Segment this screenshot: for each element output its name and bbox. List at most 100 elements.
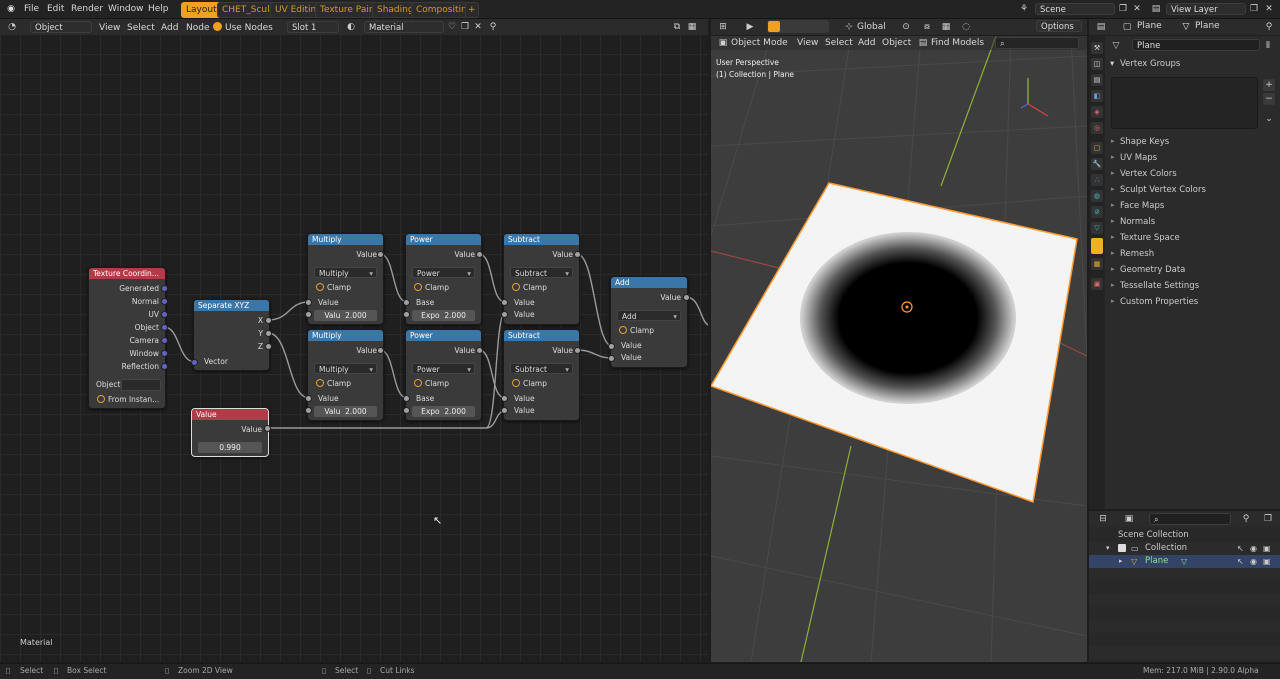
data-tab-icon[interactable]: ▽	[1091, 222, 1103, 234]
material-tab-icon[interactable]	[1091, 238, 1103, 254]
clamp-checkbox[interactable]: Clamp	[316, 379, 351, 388]
operation-dropdown[interactable]: Power	[412, 267, 475, 279]
scene-name-field[interactable]: Scene	[1035, 3, 1115, 15]
operation-dropdown[interactable]: Multiply	[314, 363, 377, 375]
pivot-icon[interactable]: ⊙	[900, 21, 912, 33]
socket-in[interactable]	[403, 395, 410, 402]
from-instancer-checkbox[interactable]: From Instan...	[97, 395, 159, 404]
select-new-icon[interactable]	[768, 21, 780, 32]
viewport-search-input[interactable]: ⌕	[995, 37, 1079, 49]
eye-icon[interactable]: ◉	[1250, 542, 1257, 555]
output-tab-icon[interactable]: ▤	[1091, 74, 1103, 86]
render-tab-icon[interactable]: ◫	[1091, 58, 1103, 70]
particles-tab-icon[interactable]: ∴	[1091, 174, 1103, 186]
socket-in[interactable]	[305, 299, 312, 306]
operation-dropdown[interactable]: Multiply	[314, 267, 377, 279]
snap-toggle-icon[interactable]: ⧇	[921, 21, 933, 33]
physics-tab-icon[interactable]: ◍	[1091, 190, 1103, 202]
constraints-tab-icon[interactable]: ⊘	[1091, 206, 1103, 218]
view-layer-tab-icon[interactable]: ◧	[1091, 90, 1103, 102]
node-subtract-2[interactable]: Subtract Value Subtract Clamp Value Valu…	[503, 329, 580, 421]
socket-in[interactable]	[403, 311, 410, 318]
value-field[interactable]: Valu 2.000	[314, 310, 377, 321]
options-dropdown[interactable]: Options	[1036, 20, 1082, 32]
socket-x[interactable]	[265, 317, 272, 324]
delete-view-layer-icon[interactable]: ✕	[1263, 3, 1275, 15]
find-models-icon[interactable]: ▤	[917, 37, 929, 49]
texture-tab-icon[interactable]: ▦	[1091, 258, 1103, 270]
clamp-checkbox[interactable]: Clamp	[316, 283, 351, 292]
panel-face-maps[interactable]: Face Maps	[1111, 201, 1164, 211]
socket-object[interactable]	[161, 324, 168, 331]
clamp-checkbox[interactable]: Clamp	[414, 379, 449, 388]
socket-in[interactable]	[305, 395, 312, 402]
proportional-edit-icon[interactable]: ◌	[960, 21, 972, 33]
panel-vertex-colors[interactable]: Vertex Colors	[1111, 169, 1177, 179]
socket-in[interactable]	[403, 407, 410, 414]
camera-icon[interactable]: ▣	[1263, 542, 1271, 555]
delete-scene-icon[interactable]: ✕	[1131, 3, 1143, 15]
socket-out[interactable]	[476, 347, 483, 354]
node-texture-coordinate[interactable]: Texture Coordin... Generated Normal UV O…	[88, 267, 166, 409]
socket-z[interactable]	[265, 343, 272, 350]
eye-icon[interactable]: ◉	[1250, 555, 1257, 568]
socket-uv[interactable]	[161, 311, 168, 318]
vp-menu-object[interactable]: Object	[882, 36, 911, 50]
vp-menu-select[interactable]: Select	[825, 36, 853, 50]
socket-out[interactable]	[574, 251, 581, 258]
render-region-icon[interactable]: ▶	[744, 21, 756, 33]
node-multiply-1[interactable]: Multiply Value Multiply Clamp Value Valu…	[307, 233, 384, 325]
camera-icon[interactable]: ▣	[1263, 555, 1271, 568]
socket-vector[interactable]	[191, 359, 198, 366]
outliner-search-input[interactable]: ⌕	[1149, 513, 1231, 525]
panel-shape-keys[interactable]: Shape Keys	[1111, 137, 1169, 147]
panel-normals[interactable]: Normals	[1111, 217, 1155, 227]
object-mode-dropdown[interactable]: Object Mode	[731, 36, 788, 50]
node-separate-xyz[interactable]: Separate XYZ X Y Z Vector	[193, 299, 270, 371]
clamp-checkbox[interactable]: Clamp	[414, 283, 449, 292]
value-field[interactable]: Valu 2.000	[314, 406, 377, 417]
new-collection-icon[interactable]: ❐	[1262, 513, 1274, 525]
exponent-field[interactable]: Expo 2.000	[412, 310, 475, 321]
operation-dropdown[interactable]: Add	[617, 310, 681, 322]
socket-out[interactable]	[683, 294, 690, 301]
socket-in[interactable]	[501, 407, 508, 414]
value-field[interactable]: 0.990	[198, 442, 262, 453]
socket-out[interactable]	[377, 251, 384, 258]
socket-in[interactable]	[501, 395, 508, 402]
panel-sculpt-vertex-colors[interactable]: Sculpt Vertex Colors	[1111, 185, 1206, 195]
socket-window[interactable]	[161, 350, 168, 357]
operation-dropdown[interactable]: Subtract	[510, 267, 573, 279]
panel-remesh[interactable]: Remesh	[1111, 249, 1154, 259]
socket-in[interactable]	[608, 355, 615, 362]
properties-editor-type-icon[interactable]: ▤	[1095, 21, 1107, 33]
panel-uv-maps[interactable]: UV Maps	[1111, 153, 1157, 163]
expand-toggle-icon[interactable]: ▾	[1106, 542, 1110, 555]
operation-dropdown[interactable]: Power	[412, 363, 475, 375]
node-value[interactable]: Value Value 0.990	[191, 408, 269, 457]
selectable-icon[interactable]: ↖	[1237, 542, 1244, 555]
mode-icon[interactable]: ▣	[717, 37, 729, 49]
socket-in[interactable]	[501, 311, 508, 318]
display-mode-icon[interactable]: ▣	[1123, 513, 1135, 525]
socket-in[interactable]	[501, 299, 508, 306]
socket-generated[interactable]	[161, 285, 168, 292]
node-power-1[interactable]: Power Value Power Clamp Base Expo 2.000	[405, 233, 482, 325]
scene-tab-icon[interactable]: ◈	[1091, 106, 1103, 118]
expand-toggle-icon[interactable]: ▸	[1119, 555, 1123, 568]
vp-menu-view[interactable]: View	[797, 36, 818, 50]
extra-tab-icon[interactable]: ▣	[1091, 278, 1103, 290]
operation-dropdown[interactable]: Subtract	[510, 363, 573, 375]
collection-checkbox[interactable]	[1118, 544, 1126, 552]
panel-texture-space[interactable]: Texture Space	[1111, 233, 1180, 243]
vertex-groups-panel-toggle[interactable]: ▾	[1110, 59, 1114, 69]
clamp-checkbox[interactable]: Clamp	[512, 283, 547, 292]
clamp-checkbox[interactable]: Clamp	[619, 326, 654, 335]
vertex-groups-list[interactable]	[1111, 77, 1258, 129]
snap-element-icon[interactable]: ▦	[940, 21, 952, 33]
modifier-tab-icon[interactable]: 🔧	[1091, 158, 1103, 170]
socket-in[interactable]	[305, 311, 312, 318]
panel-geometry-data[interactable]: Geometry Data	[1111, 265, 1185, 275]
panel-tessellate-settings[interactable]: Tessellate Settings	[1111, 281, 1199, 291]
outliner-editor-type-icon[interactable]: ⊟	[1097, 513, 1109, 525]
